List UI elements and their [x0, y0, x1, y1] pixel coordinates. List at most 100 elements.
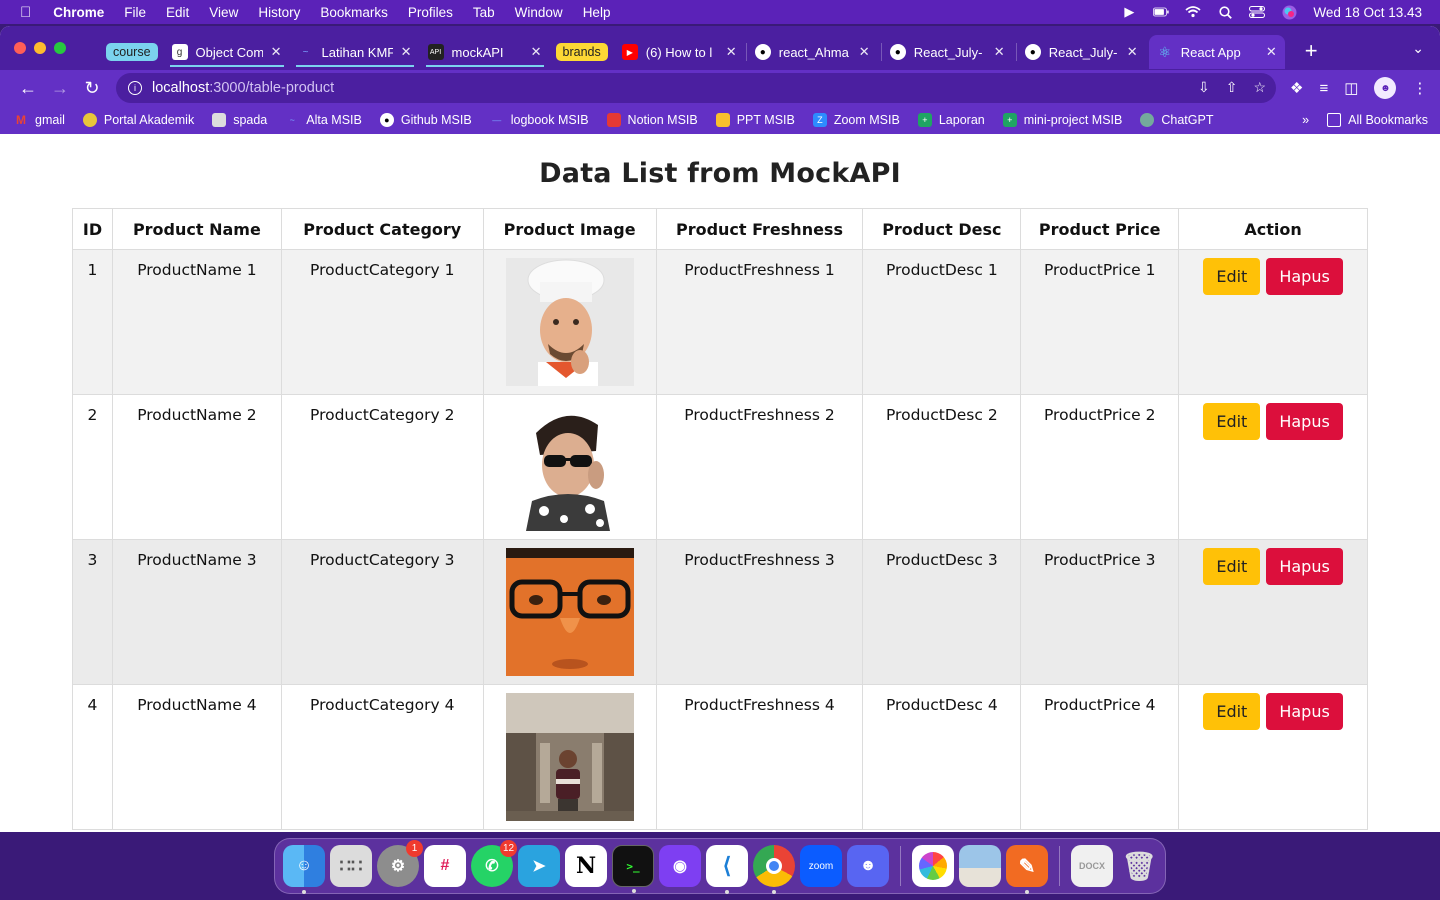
bookmark-label: ChatGPT	[1161, 113, 1214, 127]
screen-record-icon[interactable]: ▶	[1121, 4, 1137, 19]
share-icon[interactable]: ⇧	[1226, 79, 1238, 96]
discord-icon[interactable]: ☻	[847, 845, 889, 887]
macos-dock: ☺ ∷∷ ⚙ 1 # ✆ 12 ➤ N >_ ◉ ⟨ zoom ☻ ✎ DOCX 🗑	[274, 838, 1166, 894]
delete-button[interactable]: Hapus	[1266, 258, 1343, 295]
edit-button[interactable]: Edit	[1203, 693, 1261, 730]
vscode-icon[interactable]: ⟨	[706, 845, 748, 894]
menu-help[interactable]: Help	[583, 5, 611, 20]
maximize-window-button[interactable]	[54, 42, 66, 54]
bookmark-github-msib[interactable]: ● Github MSIB	[379, 113, 472, 127]
trash-icon[interactable]: 🗑	[1118, 845, 1160, 887]
apple-menu-icon[interactable]: 	[20, 4, 31, 21]
launchpad-icon[interactable]: ∷∷	[330, 845, 372, 887]
edit-button[interactable]: Edit	[1203, 548, 1261, 585]
tab-search-chevron-icon[interactable]: ⌄	[1412, 40, 1424, 57]
documents-stack-icon[interactable]: DOCX	[1071, 845, 1113, 887]
new-tab-button[interactable]: +	[1305, 38, 1318, 64]
menubar-datetime[interactable]: Wed 18 Oct 13.43	[1313, 5, 1422, 20]
bookmark-chatgpt[interactable]: ChatGPT	[1140, 113, 1213, 127]
site-info-icon[interactable]: i	[128, 81, 142, 95]
tab-group-brands[interactable]: brands	[550, 35, 614, 69]
menu-view[interactable]: View	[209, 5, 238, 20]
close-tab-icon[interactable]: ✕	[859, 44, 870, 60]
tab-github-react-july-1[interactable]: ● React_July- ✕	[882, 35, 1016, 69]
sublime-text-icon[interactable]: ✎	[1006, 845, 1048, 894]
chrome-menu-icon[interactable]: ⋮	[1412, 79, 1427, 97]
tab-github-react-ahma[interactable]: ● react_Ahma ✕	[747, 35, 881, 69]
close-tab-icon[interactable]: ✕	[1266, 44, 1277, 60]
tab-group-label[interactable]: brands	[555, 43, 608, 61]
spotlight-search-icon[interactable]	[1217, 5, 1233, 19]
notion-icon[interactable]: N	[565, 845, 607, 887]
battery-icon[interactable]	[1153, 5, 1170, 19]
install-app-icon[interactable]: ⇩	[1198, 79, 1210, 96]
back-arrow-icon[interactable]: ←	[12, 78, 44, 99]
cell-id: 4	[72, 684, 113, 830]
tab-youtube[interactable]: ▶ (6) How to l ✕	[614, 35, 746, 69]
github-desktop-icon[interactable]: ◉	[659, 845, 701, 887]
photos-icon[interactable]	[912, 845, 954, 887]
menu-bookmarks[interactable]: Bookmarks	[320, 5, 388, 20]
edit-button[interactable]: Edit	[1203, 258, 1261, 295]
terminal-icon[interactable]: >_	[612, 845, 654, 893]
bookmark-zoom-msib[interactable]: Z Zoom MSIB	[812, 113, 900, 127]
tab-github-react-july-2[interactable]: ● React_July- ✕	[1017, 35, 1149, 69]
minimize-window-button[interactable]	[34, 42, 46, 54]
close-tab-icon[interactable]: ✕	[994, 44, 1005, 60]
bookmark-alta-msib[interactable]: ~ Alta MSIB	[285, 113, 362, 127]
tab-object-com[interactable]: g Object Com ✕	[164, 35, 290, 69]
wifi-icon[interactable]	[1185, 5, 1202, 19]
address-bar[interactable]: i localhost:3000/table-product ⇩ ⇧ ☆	[116, 73, 1276, 103]
extensions-puzzle-icon[interactable]: ❖	[1290, 79, 1303, 97]
reading-list-icon[interactable]: ≡	[1319, 80, 1328, 97]
bookmark-mini-project-msib[interactable]: + mini-project MSIB	[1002, 113, 1122, 127]
close-tab-icon[interactable]: ✕	[1127, 44, 1138, 60]
delete-button[interactable]: Hapus	[1266, 403, 1343, 440]
close-window-button[interactable]	[14, 42, 26, 54]
bookmark-spada[interactable]: spada	[212, 113, 267, 127]
url-path: :3000/table-product	[209, 80, 335, 96]
whatsapp-icon[interactable]: ✆ 12	[471, 840, 517, 887]
all-bookmarks-button[interactable]: All Bookmarks	[1327, 113, 1428, 127]
profile-avatar[interactable]: ☻	[1374, 77, 1397, 99]
preview-icon[interactable]	[959, 845, 1001, 887]
forward-arrow-icon[interactable]: →	[44, 78, 76, 99]
close-tab-icon[interactable]: ✕	[726, 44, 737, 60]
delete-button[interactable]: Hapus	[1266, 693, 1343, 730]
system-settings-icon[interactable]: ⚙ 1	[377, 840, 423, 887]
menu-profiles[interactable]: Profiles	[408, 5, 453, 20]
tab-react-app[interactable]: ⚛ React App ✕	[1148, 35, 1285, 69]
menu-history[interactable]: History	[258, 5, 300, 20]
tab-latihan-kmf[interactable]: ~ Latihan KMF ✕	[290, 35, 420, 69]
close-tab-icon[interactable]: ✕	[271, 44, 282, 60]
bookmark-gmail[interactable]: Mgmail	[14, 113, 65, 127]
edit-button[interactable]: Edit	[1203, 403, 1261, 440]
bookmark-laporan[interactable]: + Laporan	[917, 113, 985, 127]
menu-file[interactable]: File	[124, 5, 146, 20]
finder-icon[interactable]: ☺	[283, 845, 325, 894]
tab-mockapi[interactable]: API mockAPI ✕	[420, 35, 550, 69]
menu-tab[interactable]: Tab	[473, 5, 495, 20]
slack-icon[interactable]: #	[424, 845, 466, 887]
close-tab-icon[interactable]: ✕	[401, 44, 412, 60]
control-center-icon[interactable]	[1249, 5, 1266, 19]
zoom-app-icon[interactable]: zoom	[800, 845, 842, 887]
menu-window[interactable]: Window	[515, 5, 563, 20]
tab-group-label[interactable]: course	[106, 43, 158, 61]
tab-group-course[interactable]: course	[100, 35, 164, 69]
delete-button[interactable]: Hapus	[1266, 548, 1343, 585]
side-panel-icon[interactable]: ◫	[1344, 79, 1358, 97]
bookmark-portal-akademik[interactable]: Portal Akademik	[82, 113, 194, 127]
bookmark-logbook-msib[interactable]: — logbook MSIB	[490, 113, 588, 127]
bookmarks-overflow-icon[interactable]: »	[1302, 113, 1309, 127]
telegram-icon[interactable]: ➤	[518, 845, 560, 887]
menu-app-name[interactable]: Chrome	[53, 5, 104, 20]
reload-icon[interactable]: ↻	[76, 78, 108, 99]
bookmark-ppt-msib[interactable]: PPT MSIB	[715, 113, 795, 127]
chrome-icon[interactable]	[753, 845, 795, 894]
bookmark-star-icon[interactable]: ☆	[1253, 79, 1266, 96]
siri-icon[interactable]	[1281, 5, 1297, 19]
bookmark-notion-msib[interactable]: Notion MSIB	[606, 113, 698, 127]
menu-edit[interactable]: Edit	[166, 5, 189, 20]
close-tab-icon[interactable]: ✕	[531, 44, 542, 60]
